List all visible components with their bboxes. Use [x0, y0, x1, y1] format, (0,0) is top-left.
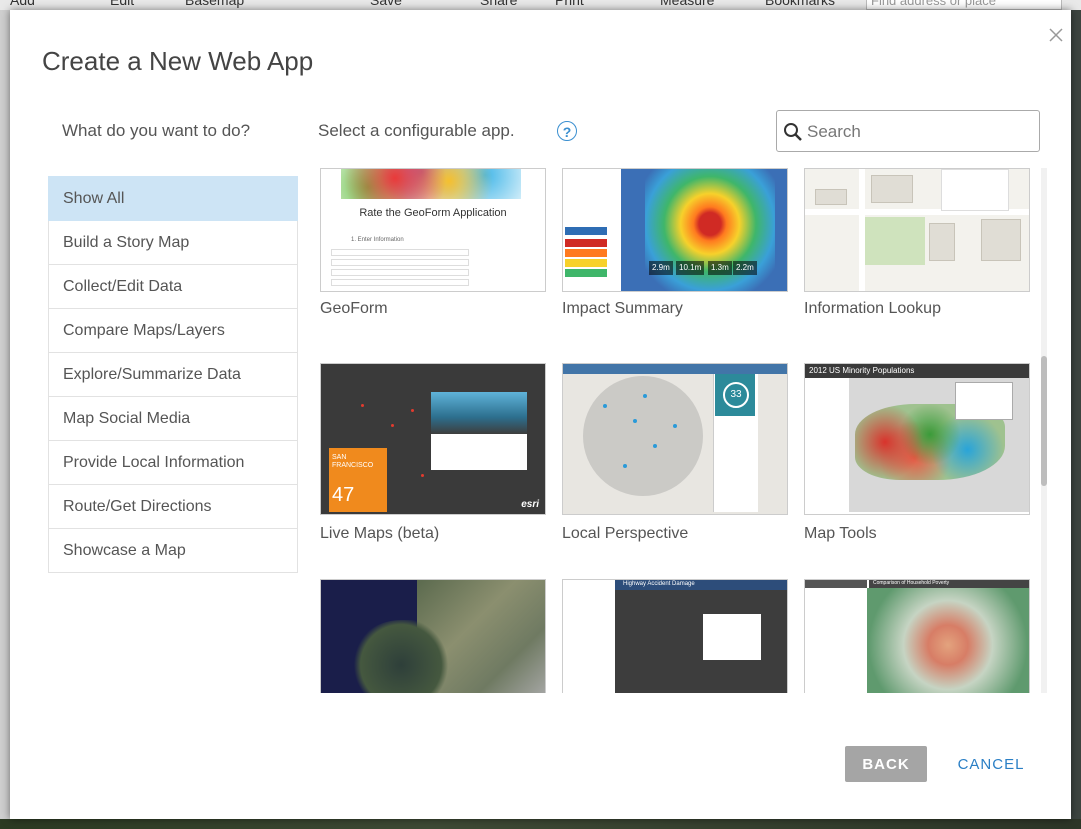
thumbnail-title: Comparison of Household Poverty	[873, 580, 950, 586]
app-thumbnail: 2.9m 10.1m 1.3m 2.2m	[562, 168, 788, 292]
close-icon[interactable]	[1045, 24, 1067, 46]
scrollbar-thumb[interactable]	[1041, 356, 1047, 486]
thumbnail-count: 47	[332, 484, 355, 506]
app-label: Information Lookup	[804, 300, 941, 317]
app-gallery: Rate the GeoForm Application 1. Enter In…	[316, 168, 1046, 693]
app-label: Live Maps (beta)	[320, 525, 440, 542]
app-thumbnail	[804, 168, 1030, 292]
app-card-household-poverty[interactable]: Comparison of Household Poverty	[804, 579, 1030, 693]
app-card-geoform[interactable]: Rate the GeoForm Application 1. Enter In…	[320, 168, 546, 328]
category-route-get-directions[interactable]: Route/Get Directions	[48, 485, 298, 529]
thumbnail-title: 2012 US Minority Populations	[809, 366, 915, 375]
background-sidebar	[0, 10, 10, 829]
gallery-scrollbar[interactable]	[1041, 168, 1047, 693]
category-collect-edit-data[interactable]: Collect/Edit Data	[48, 265, 298, 309]
back-button[interactable]: BACK	[845, 746, 927, 782]
thumbnail-field-label: 1. Enter Information	[351, 237, 404, 243]
category-map-social-media[interactable]: Map Social Media	[48, 397, 298, 441]
impact-stat: 2.2m	[733, 261, 757, 275]
app-card-local-perspective[interactable]: 33 Local Perspective	[562, 363, 788, 553]
print-button: Print	[555, 0, 584, 8]
app-prompt: Select a configurable app.	[318, 121, 515, 140]
search-input[interactable]	[805, 120, 1034, 144]
impact-stat: 10.1m	[676, 261, 705, 275]
app-card-live-maps[interactable]: SAN FRANCISCO 47 esri Live Maps (beta)	[320, 363, 546, 553]
cancel-button[interactable]: CANCEL	[946, 746, 1036, 782]
help-icon[interactable]: ?	[557, 121, 577, 141]
impact-stat: 2.9m	[649, 261, 673, 275]
category-compare-maps-layers[interactable]: Compare Maps/Layers	[48, 309, 298, 353]
basemap-button: Basemap	[185, 0, 245, 8]
background-map-edge	[1071, 10, 1081, 829]
share-button: Share	[480, 0, 518, 8]
category-list: Show All Build a Story Map Collect/Edit …	[48, 176, 298, 573]
app-label: GeoForm	[320, 300, 388, 317]
search-icon	[783, 122, 803, 147]
thumbnail-title: Rate the GeoForm Application	[359, 207, 507, 219]
app-label: Local Perspective	[562, 525, 689, 542]
app-card-map-tools[interactable]: 2012 US Minority Populations Map Tools	[804, 363, 1030, 553]
thumbnail-badge: 33	[723, 382, 749, 408]
impact-stat: 1.3m	[708, 261, 732, 275]
background-toolbar: Add Edit Basemap Save Share Print Measur…	[0, 0, 1081, 10]
app-label: Impact Summary	[562, 300, 683, 317]
add-menu: Add	[10, 0, 35, 8]
bookmarks-button: Bookmarks	[765, 0, 836, 8]
app-thumbnail: Comparison of Household Poverty	[804, 579, 1030, 693]
app-thumbnail: 33	[562, 363, 788, 515]
measure-button: Measure	[660, 0, 715, 8]
app-thumbnail: Highway Accident Damage	[562, 579, 788, 693]
app-card-impact-summary[interactable]: 2.9m 10.1m 1.3m 2.2m Impact Summary	[562, 168, 788, 328]
app-thumbnail: Rate the GeoForm Application 1. Enter In…	[320, 168, 546, 292]
app-thumbnail: 2012 US Minority Populations	[804, 363, 1030, 515]
app-label: Map Tools	[804, 525, 877, 542]
app-card-information-lookup[interactable]: Information Lookup	[804, 168, 1030, 328]
background-map-bottom	[0, 819, 1081, 829]
category-showcase-a-map[interactable]: Showcase a Map	[48, 529, 298, 573]
thumbnail-title: Highway Accident Damage	[623, 581, 695, 587]
dialog-title: Create a New Web App	[42, 46, 314, 76]
create-web-app-dialog: Create a New Web App What do you want to…	[10, 10, 1071, 819]
category-explore-summarize-data[interactable]: Explore/Summarize Data	[48, 353, 298, 397]
save-menu: Save	[370, 0, 402, 8]
category-provide-local-information[interactable]: Provide Local Information	[48, 441, 298, 485]
edit-button: Edit	[110, 0, 135, 8]
esri-logo: esri	[521, 499, 539, 510]
background-search-input: Find address or place	[866, 0, 1062, 10]
app-thumbnail	[320, 579, 546, 693]
thumbnail-city: SAN FRANCISCO	[332, 454, 374, 469]
app-card-highway-accidents[interactable]: Highway Accident Damage	[562, 579, 788, 693]
category-prompt: What do you want to do?	[62, 121, 251, 140]
app-card-satellite[interactable]	[320, 579, 546, 693]
app-thumbnail: SAN FRANCISCO 47 esri	[320, 363, 546, 515]
search-field[interactable]	[776, 110, 1040, 152]
category-show-all[interactable]: Show All	[48, 176, 298, 221]
category-build-story-map[interactable]: Build a Story Map	[48, 221, 298, 265]
